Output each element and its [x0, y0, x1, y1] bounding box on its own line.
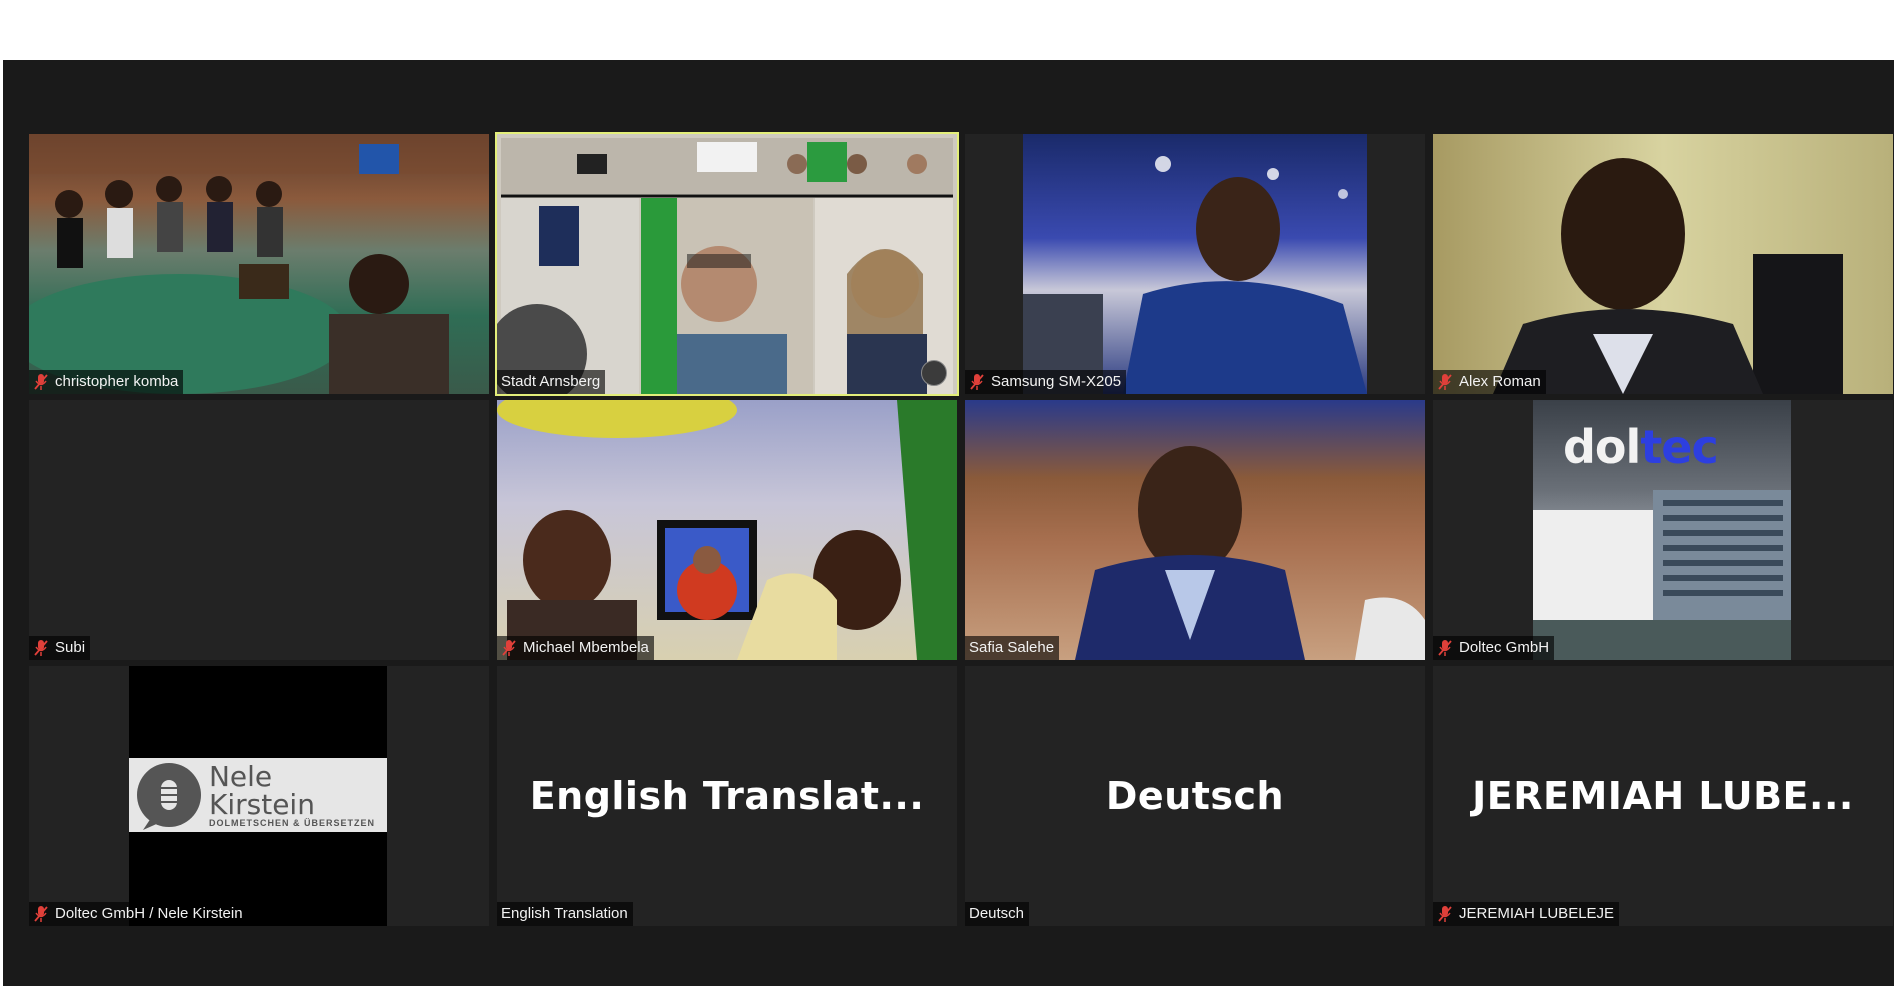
participant-name: Samsung SM-X205 [991, 373, 1122, 390]
participant-name-label: English Translation [497, 902, 633, 926]
participant-name-label: christopher komba [29, 370, 184, 394]
participant-name-label: Stadt Arnsberg [497, 370, 606, 394]
video-feed [497, 134, 957, 394]
logo-banner: Nele Kirstein DOLMETSCHEN & ÜBERSETZEN [129, 758, 387, 832]
mic-muted-icon [1438, 374, 1452, 390]
video-scene [497, 400, 957, 660]
participant-name: Stadt Arnsberg [501, 373, 601, 390]
participant-name-label: Subi [29, 636, 91, 660]
logo-text: Nele Kirstein DOLMETSCHEN & ÜBERSETZEN [208, 759, 387, 828]
participant-name: Subi [55, 639, 86, 656]
logo-main-text: Nele Kirstein [208, 759, 315, 821]
video-feed [29, 134, 489, 394]
participant-name: Safia Salehe [969, 639, 1055, 656]
video-scene [497, 138, 953, 394]
video-scene [1075, 446, 1425, 660]
video-feed [1433, 134, 1893, 394]
participant-tile-english-translation[interactable]: English Translat... English Translation [497, 666, 957, 926]
participant-name: English Translation [501, 905, 628, 922]
participant-tile-alex-roman[interactable]: Alex Roman [1433, 134, 1893, 394]
participant-display-name: Deutsch [1105, 774, 1285, 818]
participant-display-name: English Translat... [529, 774, 925, 818]
participant-tile-christopher-komba[interactable]: christopher komba [29, 134, 489, 394]
doltec-logo-text: doltec [1563, 420, 1719, 474]
participant-tile-deutsch[interactable]: Deutsch Deutsch [965, 666, 1425, 926]
participant-name-label: Deutsch [965, 902, 1030, 926]
logo-part-tec: tec [1640, 420, 1718, 474]
mic-muted-icon [34, 640, 48, 656]
participant-name: Deutsch [969, 905, 1025, 922]
participant-tile-michael-mbembela[interactable]: Michael Mbembela [497, 400, 957, 660]
participant-tile-doltec-gmbh[interactable]: doltec Doltec GmbH [1433, 400, 1893, 660]
doltec-logo-image: doltec [1533, 400, 1791, 660]
participant-name-label: Alex Roman [1433, 370, 1546, 394]
participant-tile-safia-salehe[interactable]: Safia Salehe [965, 400, 1425, 660]
mic-muted-icon [1438, 906, 1452, 922]
video-scene [29, 134, 489, 394]
participant-name-label: Safia Salehe [965, 636, 1060, 660]
video-feed [497, 400, 957, 660]
mic-muted-icon [502, 640, 516, 656]
video-scene [1493, 158, 1843, 394]
participant-name-label: Samsung SM-X205 [965, 370, 1127, 394]
mic-muted-icon [34, 374, 48, 390]
participant-name: christopher komba [55, 373, 179, 390]
participant-name: JEREMIAH LUBELEJE [1459, 905, 1615, 922]
participant-name: Alex Roman [1459, 373, 1541, 390]
participant-tile-nele-kirstein[interactable]: Nele Kirstein DOLMETSCHEN & ÜBERSETZEN D… [29, 666, 489, 926]
video-feed [965, 400, 1425, 660]
participant-name: Doltec GmbH / Nele Kirstein [55, 905, 243, 922]
participant-tile-subi[interactable]: Subi [29, 400, 489, 660]
nele-kirstein-logo-image: Nele Kirstein DOLMETSCHEN & ÜBERSETZEN [129, 666, 387, 926]
participant-name: Michael Mbembela [523, 639, 649, 656]
participant-name: Doltec GmbH [1459, 639, 1550, 656]
video-scene [1023, 156, 1367, 394]
speech-bubble-mic-icon [137, 763, 201, 830]
participant-name-label: Doltec GmbH / Nele Kirstein [29, 902, 248, 926]
mic-muted-icon [970, 374, 984, 390]
participant-tile-stadt-arnsberg[interactable]: Stadt Arnsberg [495, 132, 959, 396]
participant-name-label: Michael Mbembela [497, 636, 654, 660]
logo-part-dol: dol [1563, 420, 1641, 474]
mic-muted-icon [34, 906, 48, 922]
mic-muted-icon [1438, 640, 1452, 656]
participant-name-label: JEREMIAH LUBELEJE [1433, 902, 1620, 926]
spotlight-icon [921, 360, 947, 386]
participant-tile-jeremiah-lubeleje[interactable]: JEREMIAH LUBE... JEREMIAH LUBELEJE [1433, 666, 1893, 926]
participant-display-name: JEREMIAH LUBE... [1472, 774, 1854, 818]
meeting-window: christopher komba Stadt Arnsberg Samsung… [3, 60, 1894, 986]
participant-name-label: Doltec GmbH [1433, 636, 1555, 660]
video-feed [1023, 134, 1367, 394]
participant-tile-samsung-sm-x205[interactable]: Samsung SM-X205 [965, 134, 1425, 394]
logo-sub-text: DOLMETSCHEN & ÜBERSETZEN [208, 817, 375, 828]
